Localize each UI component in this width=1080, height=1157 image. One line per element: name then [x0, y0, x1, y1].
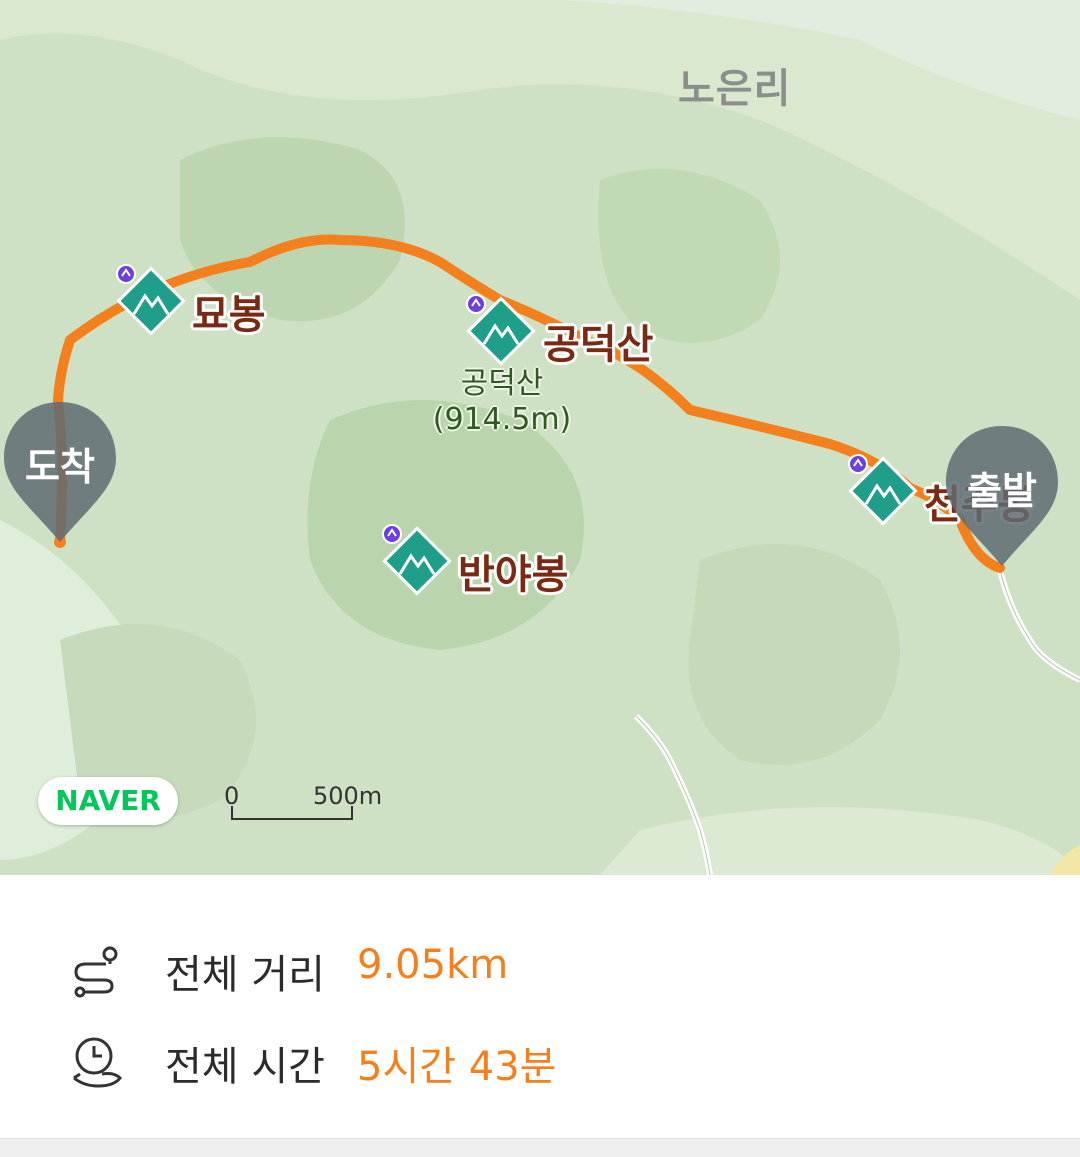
start-pin[interactable]: 출발 — [942, 422, 1062, 572]
peak-marker-icon[interactable] — [464, 294, 538, 368]
start-pin-label: 출발 — [967, 469, 1037, 513]
peak-elevation: (914.5m) — [432, 402, 572, 437]
route-summary-panel: 전체 거리 9.05km 전체 시간 5시간 43분 — [0, 875, 1080, 1157]
scale-bar — [231, 806, 353, 820]
village-label: 노은리 — [678, 66, 792, 112]
peak-name[interactable]: 공덕산 — [543, 312, 653, 370]
end-pin-label: 도착 — [25, 445, 95, 489]
end-pin[interactable]: 도착 — [0, 398, 120, 548]
peak-marker-icon[interactable] — [380, 524, 454, 598]
time-label: 전체 시간 — [165, 1044, 325, 1090]
peak-name[interactable]: 묘봉 — [192, 282, 266, 340]
distance-row: 전체 거리 9.05km — [0, 932, 1080, 1002]
clock-icon — [73, 1037, 122, 1088]
distance-label: 전체 거리 — [165, 952, 325, 998]
map[interactable]: 노은리 묘봉 공덕산 공덕산 (914.5m) 반야봉 도착 출발 NAVER … — [0, 0, 1080, 875]
peak-name[interactable]: 반야봉 — [458, 542, 568, 600]
distance-value: 9.05km — [357, 942, 509, 988]
peak-marker-icon[interactable] — [114, 264, 188, 338]
peak-elevation-label: 공덕산 (914.5m) — [430, 366, 574, 438]
time-value: 5시간 43분 — [357, 1044, 557, 1090]
naver-logo[interactable]: NAVER — [38, 777, 178, 825]
peak-sub-name: 공덕산 — [460, 366, 544, 401]
route-icon — [74, 946, 118, 998]
time-row: 전체 시간 5시간 43분 — [0, 1024, 1080, 1094]
peak-marker-icon[interactable] — [846, 454, 920, 528]
bottom-divider — [0, 1138, 1080, 1157]
